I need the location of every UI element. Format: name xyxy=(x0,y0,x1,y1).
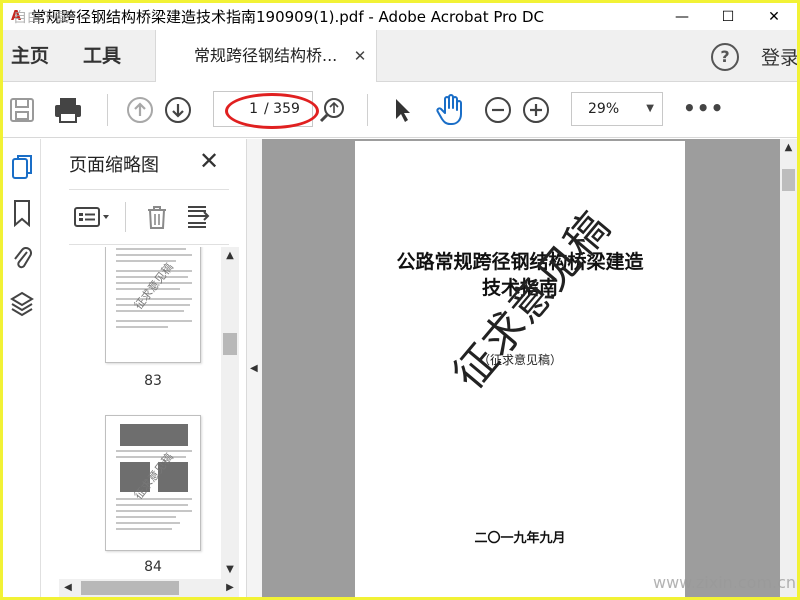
login-button[interactable]: 登录 xyxy=(761,30,797,86)
document-vertical-scrollbar[interactable]: ▲ xyxy=(780,139,797,597)
panel-toolbar xyxy=(69,189,229,245)
maximize-button[interactable]: ☐ xyxy=(705,3,751,30)
page-number-input[interactable] xyxy=(214,92,262,126)
chevron-down-icon: ▼ xyxy=(646,103,654,114)
document-tab-label: 常规跨径钢结构桥... xyxy=(194,46,338,65)
toolbar-divider xyxy=(107,94,108,126)
page-number-box: / 359 xyxy=(213,91,313,127)
collapse-arrow-icon: ◀ xyxy=(250,363,258,374)
title-bar: A 常规跨径钢结构桥梁建造技术指南190909(1).pdf - Adobe A… xyxy=(3,3,797,30)
site-watermark-top: 自由下载 xyxy=(13,10,69,26)
thumbnail-horizontal-scrollbar[interactable]: ◀ ▶ xyxy=(59,579,239,597)
attachment-icon[interactable] xyxy=(9,243,35,271)
document-page: 公路常规跨径钢结构桥梁建造 技术指南 （征求意见稿） 征求意见稿 二〇一九年九月 xyxy=(355,141,685,597)
scroll-right-icon[interactable]: ▶ xyxy=(221,579,239,597)
thumbnail-page-83[interactable]: 征求意见稿 xyxy=(105,247,201,363)
previous-page-icon[interactable] xyxy=(125,95,155,125)
layers-icon[interactable] xyxy=(9,289,35,317)
thumbnail-list: 征求意见稿 83 征求意见稿 84 xyxy=(41,247,221,577)
scroll-down-icon[interactable]: ▼ xyxy=(221,561,239,579)
next-page-icon[interactable] xyxy=(163,95,193,125)
find-page-icon[interactable] xyxy=(317,95,347,125)
document-date: 二〇一九年九月 xyxy=(474,531,566,546)
page-number-label: 84 xyxy=(144,559,162,575)
thumbnail-vertical-scrollbar[interactable]: ▲ ▼ xyxy=(221,247,239,579)
scroll-thumb[interactable] xyxy=(223,333,237,355)
scroll-thumb[interactable] xyxy=(81,581,179,595)
collapse-panel-handle[interactable]: ◀ xyxy=(246,139,262,597)
delete-page-icon[interactable] xyxy=(143,202,171,232)
acrobat-window: A 常规跨径钢结构桥梁建造技术指南190909(1).pdf - Adobe A… xyxy=(3,3,797,597)
bookmark-icon[interactable] xyxy=(9,199,35,227)
help-icon[interactable]: ? xyxy=(711,43,739,71)
document-viewer[interactable]: 公路常规跨径钢结构桥梁建造 技术指南 （征求意见稿） 征求意见稿 二〇一九年九月… xyxy=(262,139,797,597)
toolbar-divider xyxy=(367,94,368,126)
page-thumbnails-icon[interactable] xyxy=(9,153,35,181)
zoom-select[interactable]: 29% ▼ xyxy=(571,92,663,126)
more-tools-icon[interactable]: ••• xyxy=(683,96,724,120)
tab-tools[interactable]: 工具 xyxy=(83,30,121,82)
window-title: 常规跨径钢结构桥梁建造技术指南190909(1).pdf - Adobe Acr… xyxy=(31,8,544,26)
print-icon[interactable] xyxy=(53,95,83,125)
thumbnail-page-84[interactable]: 征求意见稿 xyxy=(105,415,201,551)
thumbnails-panel: 页面缩略图 ✕ 征求意见稿 83 征求意见稿 84 ▲ ▼ ◀ ▶ xyxy=(41,139,246,597)
zoom-out-icon[interactable] xyxy=(483,95,513,125)
zoom-in-icon[interactable] xyxy=(521,95,551,125)
nav-tab-row: 主页 工具 常规跨径钢结构桥... ✕ ? 登录 xyxy=(3,30,797,82)
tab-home[interactable]: 主页 xyxy=(11,30,49,82)
scroll-up-icon[interactable]: ▲ xyxy=(780,139,797,157)
zoom-value: 29% xyxy=(588,101,620,117)
panel-title: 页面缩略图 xyxy=(69,155,159,176)
left-rail xyxy=(3,139,41,597)
panel-toolbar-divider xyxy=(125,202,126,232)
page-number-label: 83 xyxy=(144,373,162,389)
minimize-button[interactable]: — xyxy=(659,3,705,30)
main-toolbar: / 359 29% ▼ ••• xyxy=(3,82,797,138)
site-watermark-bottom: www.zixin.com.cn xyxy=(653,573,797,592)
close-panel-icon[interactable]: ✕ xyxy=(199,147,219,175)
tab-document[interactable]: 常规跨径钢结构桥... ✕ xyxy=(155,30,377,82)
select-cursor-icon[interactable] xyxy=(387,95,417,125)
rotate-page-icon[interactable] xyxy=(183,202,213,232)
page-total: / 359 xyxy=(264,101,300,117)
close-window-button[interactable]: ✕ xyxy=(751,3,797,30)
close-tab-icon[interactable]: ✕ xyxy=(350,46,370,66)
hand-tool-icon[interactable] xyxy=(435,94,465,125)
thumbnail-options-icon[interactable] xyxy=(73,202,113,232)
scroll-thumb[interactable] xyxy=(782,169,795,191)
scroll-up-icon[interactable]: ▲ xyxy=(221,247,239,265)
scroll-left-icon[interactable]: ◀ xyxy=(59,579,77,597)
save-icon[interactable] xyxy=(7,95,37,125)
